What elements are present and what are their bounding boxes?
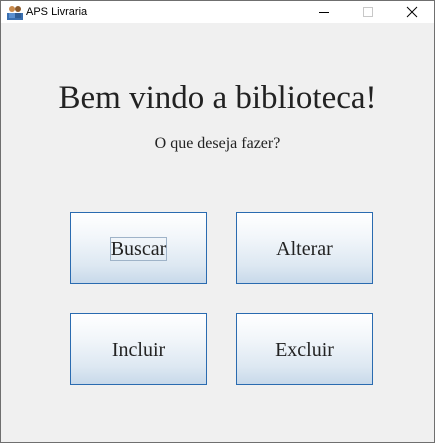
close-icon <box>406 6 418 18</box>
page-title: Bem vindo a biblioteca! <box>58 80 377 116</box>
title-bar[interactable]: APS Livraria <box>1 1 434 23</box>
delete-button-label: Excluir <box>275 339 334 362</box>
edit-button[interactable]: Alterar <box>236 212 373 284</box>
delete-button[interactable]: Excluir <box>236 313 373 385</box>
edit-button-label: Alterar <box>276 238 333 261</box>
maximize-button[interactable] <box>346 1 390 23</box>
app-window: APS Livraria Bem vindo a biblioteca! O q… <box>0 0 435 443</box>
close-button[interactable] <box>390 1 434 23</box>
add-button-label: Incluir <box>111 339 166 362</box>
add-button[interactable]: Incluir <box>70 313 207 385</box>
minimize-button[interactable] <box>302 1 346 23</box>
app-people-icon <box>7 4 23 20</box>
page-subtitle: O que deseja fazer? <box>154 135 281 152</box>
search-button-label: Buscar <box>109 237 168 262</box>
search-button[interactable]: Buscar <box>70 212 207 284</box>
window-title: APS Livraria <box>26 6 88 18</box>
maximize-icon <box>363 7 373 17</box>
